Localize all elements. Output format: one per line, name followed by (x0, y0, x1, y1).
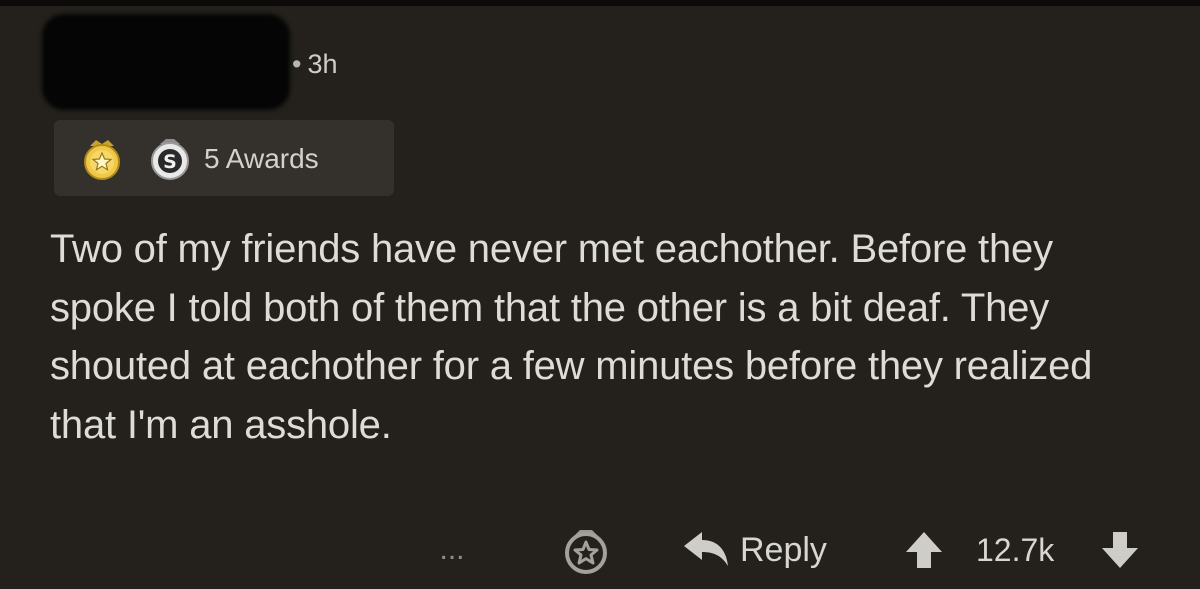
svg-text:S: S (163, 151, 177, 173)
awards-chip[interactable]: S 5 Awards (54, 120, 394, 196)
comment-timestamp: • 3h (292, 48, 338, 80)
comment-body: Two of my friends have never met eachoth… (50, 227, 1093, 447)
top-edge (0, 0, 1200, 6)
reply-label: Reply (740, 530, 827, 569)
give-award-icon[interactable] (560, 526, 612, 574)
silver-award-icon: S (151, 139, 189, 180)
more-options-button[interactable]: ... (430, 528, 474, 572)
awards-count: 5 Awards (204, 143, 319, 174)
timestamp-text: 3h (307, 49, 338, 79)
reply-button[interactable]: Reply (682, 526, 827, 574)
more-options-label: ... (439, 533, 465, 566)
upvote-arrow-icon[interactable] (902, 528, 946, 572)
vote-score: 12.7k (976, 532, 1055, 568)
downvote-arrow-icon[interactable] (1098, 528, 1142, 572)
gold-award-icon (84, 140, 120, 180)
separator-dot: • (292, 49, 302, 79)
reply-arrow-icon (684, 532, 728, 566)
redacted-username (42, 14, 290, 110)
comment-action-bar: ... Reply 12.7k (0, 520, 1200, 580)
